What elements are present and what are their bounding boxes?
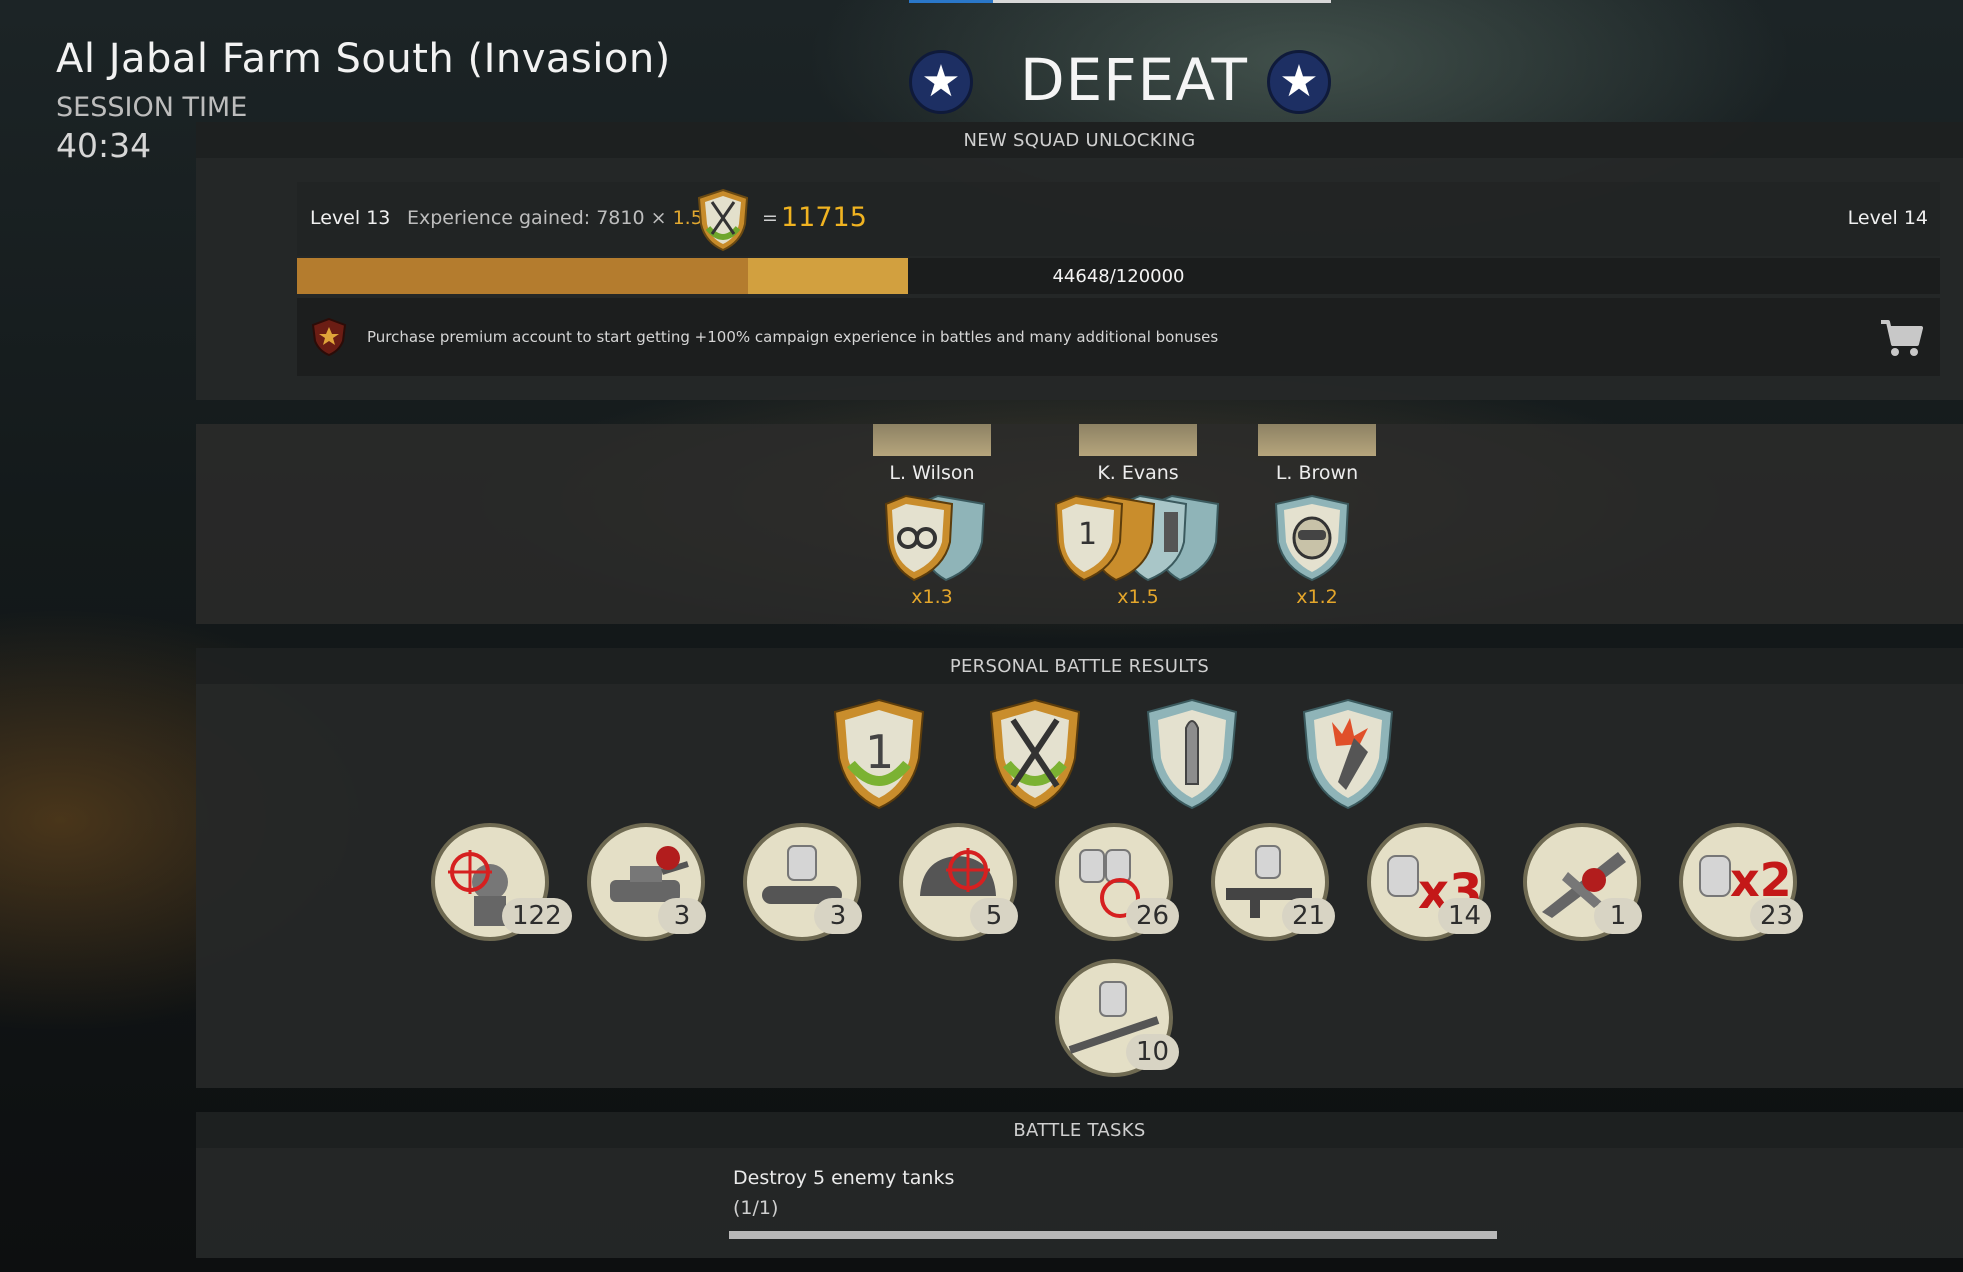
soldier-card[interactable]: K. Evans bbox=[1079, 424, 1197, 484]
next-level: Level 14 bbox=[1847, 207, 1928, 229]
crossed-rifles-shield-icon bbox=[697, 188, 749, 252]
squad-unlock-header: NEW SQUAD UNLOCKING bbox=[196, 122, 1963, 158]
crossed-rifles-award-icon[interactable] bbox=[989, 698, 1081, 810]
premium-offer-text: Purchase premium account to start gettin… bbox=[367, 328, 1219, 346]
soldier-multiplier: x1.2 bbox=[1296, 586, 1338, 608]
experience-total: 11715 bbox=[781, 202, 867, 233]
current-level: Level 13 bbox=[310, 207, 391, 229]
battle-medal[interactable]: 21 bbox=[1210, 822, 1350, 942]
soldier-portrait bbox=[873, 424, 991, 456]
first-place-award-icon[interactable]: 1 bbox=[833, 698, 925, 810]
session-time-value: 40:34 bbox=[56, 126, 152, 165]
level-progress-bar: 44648/120000 bbox=[297, 258, 1940, 294]
battle-medal[interactable]: 5 bbox=[898, 822, 1038, 942]
level-progress-text: 44648/120000 bbox=[1052, 265, 1185, 287]
task-progress-bar bbox=[729, 1231, 1497, 1239]
premium-offer-row: Purchase premium account to start gettin… bbox=[297, 298, 1940, 376]
premium-star-icon bbox=[311, 317, 347, 357]
soldier-name: K. Evans bbox=[1097, 462, 1179, 484]
session-time-label: SESSION TIME bbox=[56, 92, 248, 123]
soldier-card[interactable]: L. Brown bbox=[1258, 424, 1376, 484]
experience-label: Experience gained: 7810 × bbox=[407, 207, 667, 229]
soldier-portrait bbox=[1258, 424, 1376, 456]
battle-result-title: DEFEAT bbox=[1020, 46, 1248, 114]
medal-count: 21 bbox=[1282, 898, 1336, 934]
top-progress-bar bbox=[909, 0, 1331, 3]
soldier-perk-badges: 1 bbox=[1054, 494, 1220, 582]
battle-medal[interactable]: 3 bbox=[742, 822, 882, 942]
medal-count: 10 bbox=[1126, 1034, 1180, 1070]
shopping-cart-icon[interactable] bbox=[1879, 318, 1923, 358]
soldier-name: L. Wilson bbox=[889, 462, 975, 484]
battle-medal[interactable]: 26 bbox=[1054, 822, 1194, 942]
task-name: Destroy 5 enemy tanks bbox=[733, 1167, 955, 1189]
soldier-perk-badges bbox=[884, 494, 986, 582]
bullet-award-icon[interactable] bbox=[1146, 698, 1238, 810]
task-progress: (1/1) bbox=[733, 1197, 779, 1219]
svg-text:1: 1 bbox=[865, 725, 894, 779]
battle-medal[interactable]: x3 14 bbox=[1366, 822, 1506, 942]
battle-medal[interactable]: 3 bbox=[586, 822, 726, 942]
soldier-portrait bbox=[1079, 424, 1197, 456]
equals-sign: = bbox=[762, 207, 778, 229]
soldier-name: L. Brown bbox=[1275, 462, 1359, 484]
medal-count: 26 bbox=[1126, 898, 1180, 934]
medal-count: 3 bbox=[814, 898, 862, 934]
svg-text:1: 1 bbox=[1078, 517, 1097, 552]
medal-count: 23 bbox=[1750, 898, 1804, 934]
experience-row: Level 13 Experience gained: 7810 × 1.5 =… bbox=[297, 182, 1940, 256]
medal-count: 3 bbox=[658, 898, 706, 934]
soldier-card[interactable]: L. Wilson bbox=[873, 424, 991, 484]
top-progress-fill bbox=[909, 0, 994, 3]
map-title: Al Jabal Farm South (Invasion) bbox=[56, 36, 671, 82]
grenade-explosion-award-icon[interactable] bbox=[1302, 698, 1394, 810]
battle-medal[interactable]: 122 bbox=[430, 822, 572, 942]
task-progress-fill bbox=[729, 1231, 1497, 1239]
medal-count: 14 bbox=[1438, 898, 1492, 934]
us-star-icon: ★ bbox=[909, 50, 973, 114]
medal-count: 5 bbox=[970, 898, 1018, 934]
personal-results-header: PERSONAL BATTLE RESULTS bbox=[196, 648, 1963, 684]
soldier-multiplier: x1.5 bbox=[1117, 586, 1159, 608]
battle-tasks-header: BATTLE TASKS bbox=[196, 1112, 1963, 1148]
battle-medal[interactable]: 1 bbox=[1522, 822, 1662, 942]
medal-count: 122 bbox=[502, 898, 572, 934]
soldier-multiplier: x1.3 bbox=[911, 586, 953, 608]
experience-gained: Experience gained: 7810 × 1.5 bbox=[407, 207, 703, 229]
us-star-icon: ★ bbox=[1267, 50, 1331, 114]
battle-medal[interactable]: x2 23 bbox=[1678, 822, 1818, 942]
medal-count: 1 bbox=[1594, 898, 1642, 934]
pilot-helmet-badge-icon bbox=[1274, 494, 1350, 582]
battle-medal[interactable]: 10 bbox=[1054, 958, 1194, 1078]
